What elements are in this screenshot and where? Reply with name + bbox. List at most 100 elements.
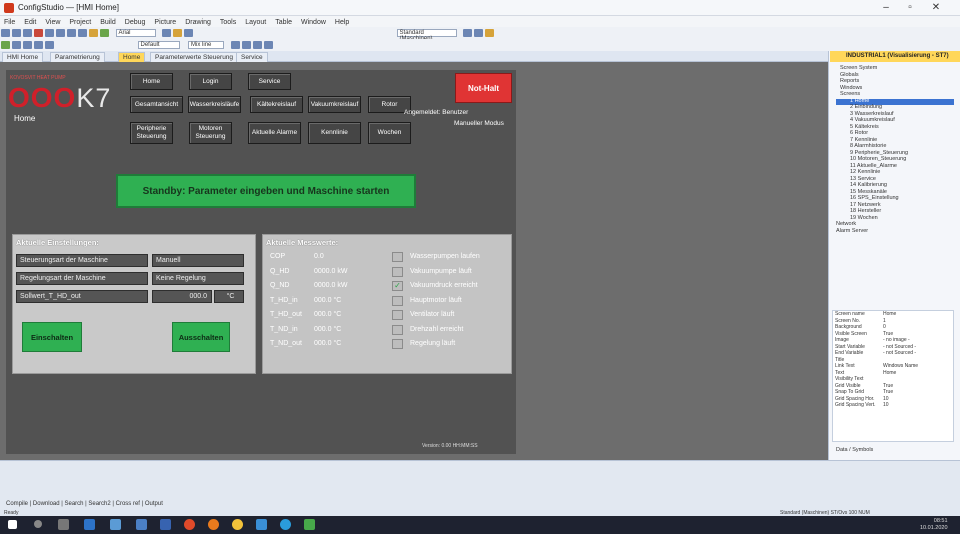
bold-icon[interactable] <box>230 41 240 49</box>
maximize-button[interactable]: ▫ <box>900 2 920 14</box>
measurement-row: T_ND_in 000.0 °C Drehzahl erreicht <box>270 323 510 338</box>
app3-icon[interactable] <box>136 519 147 530</box>
app-icon <box>4 3 14 13</box>
zoom-field[interactable]: Arial <box>115 29 156 37</box>
style-field[interactable]: Standard (Maschinen) <box>396 29 457 42</box>
measurement-value: 000.0 °C <box>314 296 342 304</box>
align-center-icon[interactable] <box>184 29 194 37</box>
regelungsart-dropdown[interactable]: Keine Regelung <box>152 272 244 285</box>
nav-peripherie-button[interactable]: Peripherie Steuerung <box>130 122 173 144</box>
start-icon[interactable] <box>8 520 17 529</box>
chrome-icon[interactable] <box>232 519 243 530</box>
emergency-stop-button[interactable]: Not-Halt <box>455 73 512 103</box>
grid-icon[interactable] <box>463 29 473 37</box>
mode-status: Manueller Modus <box>454 120 504 127</box>
nav-login-button[interactable]: Login <box>189 73 232 90</box>
select-icon[interactable] <box>1 41 10 49</box>
status-label: Hauptmotor läuft <box>410 296 462 304</box>
menu-bar: File Edit View Project Build Debug Picture Draw… <box>0 16 960 27</box>
property-grid: Screen name Home Screen No. 1 Background 0 Vis… <box>832 310 954 442</box>
build-icon[interactable] <box>89 29 98 37</box>
status-checkbox <box>392 310 403 320</box>
nav-aktuelle-alarme-button[interactable]: Aktuelle Alarme <box>248 122 301 144</box>
font-field[interactable]: Default <box>137 41 180 49</box>
tab-home[interactable]: Home <box>118 52 146 62</box>
einschalten-button[interactable]: Einschalten <box>22 322 82 352</box>
cut-icon[interactable] <box>34 29 43 37</box>
close-button[interactable]: ✕ <box>926 2 946 14</box>
underline-icon[interactable] <box>252 41 262 49</box>
status-checkbox <box>392 266 403 277</box>
app2-icon[interactable] <box>110 519 121 530</box>
paste-icon[interactable] <box>56 29 65 37</box>
nav-motoren-button[interactable]: Motoren Steuerung <box>189 122 232 144</box>
title-bar: ConfigStudio — [HMI Home] – ▫ ✕ <box>0 0 960 16</box>
app5-icon[interactable] <box>256 519 267 530</box>
app6-icon[interactable] <box>280 519 291 530</box>
redo-icon[interactable] <box>78 29 87 37</box>
nav-home-button[interactable]: Home <box>130 73 173 90</box>
status-checkbox <box>392 295 403 306</box>
property-row[interactable]: Grid Spacing Vert. 10 <box>833 402 953 409</box>
undo-icon[interactable] <box>67 29 76 37</box>
rect-icon[interactable] <box>23 41 32 49</box>
app4-icon[interactable] <box>160 519 171 530</box>
opera-icon[interactable] <box>184 519 195 530</box>
copy-icon[interactable] <box>45 29 54 37</box>
measurement-value: 0.0 <box>314 253 324 260</box>
tree-item[interactable]: Alarm Server <box>836 228 954 236</box>
task-view-icon[interactable] <box>58 519 69 530</box>
nav-vakuumkreislauf-button[interactable]: Vakuumkreislauf <box>308 96 361 113</box>
logo-k7: K7 <box>76 83 112 113</box>
measurement-value: 000.0 °C <box>314 325 342 333</box>
search-icon[interactable] <box>34 520 42 528</box>
run-icon[interactable] <box>100 29 109 37</box>
status-label: Ventilator läuft <box>410 311 455 318</box>
ellipse-icon[interactable] <box>34 41 43 49</box>
color-icon[interactable] <box>485 29 495 37</box>
measurement-value: 000.0 °C <box>314 340 342 347</box>
align-left-icon[interactable] <box>162 29 172 37</box>
window-title: ConfigStudio — [HMI Home] <box>18 3 119 12</box>
ausschalten-button[interactable]: Ausschalten <box>172 322 230 352</box>
tab-symbols[interactable]: Symbols <box>852 447 873 453</box>
nav-kennlinie-button[interactable]: Kennlinie <box>308 122 361 144</box>
nav-service-button[interactable]: Service <box>248 73 291 90</box>
app7-icon[interactable] <box>304 519 315 530</box>
logo-subtitle: KOVOSVIT HEAT PUMP <box>10 75 66 81</box>
steuerungsart-dropdown[interactable]: Manuell <box>152 254 244 267</box>
logo-main: OOO <box>8 82 77 113</box>
output-tabs[interactable]: Compile | Download | Search | Search2 | … <box>6 501 163 507</box>
nav-gesamtansicht-button[interactable]: Gesamtansicht <box>130 96 183 113</box>
tab-data[interactable]: Data <box>836 447 848 453</box>
italic-icon[interactable] <box>241 41 251 49</box>
highlight-icon[interactable] <box>173 29 183 37</box>
align-icon[interactable] <box>263 41 273 49</box>
save-icon[interactable] <box>23 29 32 37</box>
version-label: Version: 0.00 HH:MM:SS <box>422 443 478 449</box>
nav-wasserkreislaeufe-button[interactable]: Wasserkreisläufe <box>188 96 241 113</box>
setting-label-regelungsart: Regelungsart der Maschine <box>16 272 148 285</box>
tab-service[interactable]: Service <box>236 52 268 62</box>
toolbar-standard: Arial Standard (Maschinen) <box>0 27 960 42</box>
minimize-button[interactable]: – <box>876 2 896 14</box>
nav-kaeltekreislauf-button[interactable]: Kältekreislauf <box>250 96 303 113</box>
open-icon[interactable] <box>12 29 21 37</box>
new-file-icon[interactable] <box>1 29 10 37</box>
settings-title: Aktuelle Einstellungen: <box>16 238 99 247</box>
text-icon[interactable] <box>45 41 54 49</box>
line-style-field[interactable]: Mix line <box>188 41 225 49</box>
tab-parameterwerte[interactable]: Parameterwerte Steuerung <box>150 52 239 62</box>
line-icon[interactable] <box>12 41 21 49</box>
measurement-name: T_ND_out <box>270 340 302 347</box>
sollwert-input[interactable]: 000.0 <box>152 290 212 303</box>
nav-wochen-button[interactable]: Wochen <box>368 122 411 144</box>
snap-icon[interactable] <box>474 29 484 37</box>
company-logo: OOOK7 <box>8 82 111 114</box>
page-title: Home <box>14 114 36 123</box>
tab-parametrierung[interactable]: Parametrierung <box>50 52 105 62</box>
app1-icon[interactable] <box>84 519 95 530</box>
property-key: Grid Spacing Vert. <box>835 402 876 408</box>
tab-hmi-home[interactable]: HMI Home <box>2 52 44 62</box>
firefox-icon[interactable] <box>208 519 219 530</box>
